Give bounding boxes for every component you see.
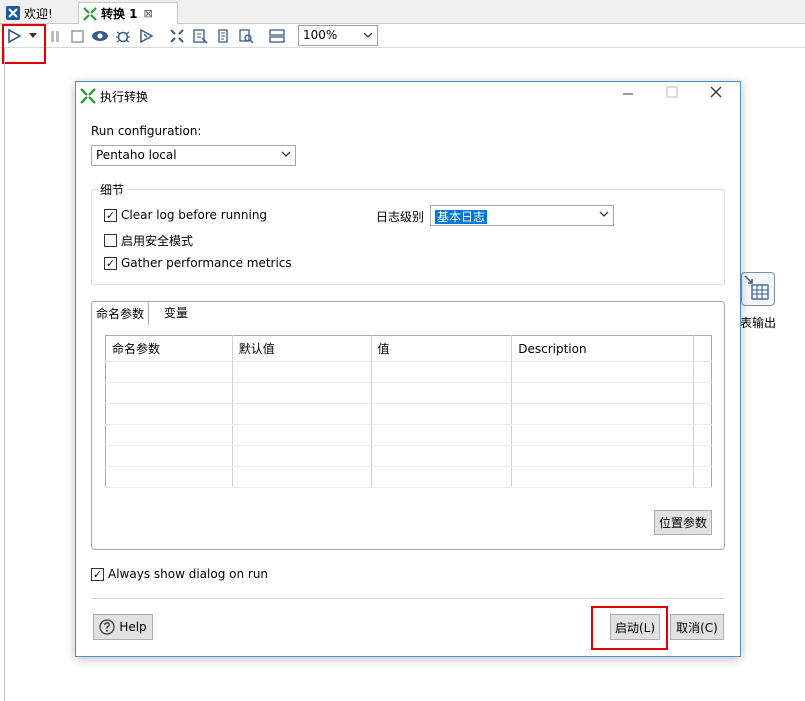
table-output-step-label: 表输出	[740, 316, 777, 330]
column-header[interactable]: Description	[511, 335, 694, 362]
table-row[interactable]	[105, 466, 712, 488]
table-output-step-icon[interactable]	[741, 272, 775, 306]
replay-icon[interactable]	[137, 27, 155, 45]
tab-variables[interactable]: 变量	[160, 301, 192, 324]
always-show-checkbox[interactable]: ✓ Always show dialog on run	[91, 567, 268, 581]
tab-transform-label: 转换 1	[101, 7, 138, 21]
zoom-select[interactable]: 100%	[298, 25, 378, 46]
tab-welcome[interactable]: 欢迎!	[2, 2, 76, 24]
start-highlight-box	[591, 606, 668, 650]
stop-icon[interactable]	[68, 27, 86, 45]
tab-named-parameters[interactable]: 命名参数	[91, 301, 150, 325]
debug-icon[interactable]	[114, 27, 132, 45]
verify-icon[interactable]	[168, 27, 186, 45]
column-header[interactable]: 值	[371, 335, 513, 362]
close-tab-icon[interactable]: ⊠	[144, 7, 153, 20]
sql-icon[interactable]	[214, 27, 232, 45]
column-header[interactable]: 默认值	[232, 335, 372, 362]
editor-tab-bar: 欢迎! 转换 1 ⊠	[0, 0, 805, 24]
gather-metrics-checkbox[interactable]: ✓ Gather performance metrics	[104, 256, 292, 270]
log-level-label: 日志级别	[376, 210, 425, 224]
help-label: Help	[119, 620, 147, 634]
table-row[interactable]	[105, 382, 712, 404]
show-results-icon[interactable]	[268, 27, 286, 45]
execute-transform-dialog: 执行转换 Run configuration: Pentaho local 细节…	[75, 81, 741, 657]
run-config-label: Run configuration:	[91, 124, 202, 138]
table-row[interactable]	[105, 445, 712, 467]
run-config-value: Pentaho local	[96, 148, 177, 162]
safe-mode-label: 启用安全模式	[121, 234, 194, 248]
toolbar	[0, 24, 805, 48]
table-row[interactable]	[105, 403, 712, 425]
chevron-down-icon	[281, 149, 291, 162]
log-level-select[interactable]: 基本日志	[430, 205, 614, 226]
safe-mode-checkbox[interactable]: 启用安全模式	[104, 232, 193, 249]
zoom-value: 100%	[303, 28, 338, 42]
dialog-divider	[91, 598, 725, 599]
run-highlight-box	[2, 24, 46, 64]
dialog-titlebar: 执行转换	[76, 82, 740, 108]
checkbox-check-icon: ✓	[104, 256, 117, 270]
position-params-button[interactable]: 位置参数	[654, 510, 712, 535]
help-icon	[99, 619, 115, 635]
spoon-icon	[6, 6, 20, 20]
tab-transform-1[interactable]: 转换 1 ⊠	[78, 2, 178, 24]
chevron-down-icon	[599, 209, 609, 222]
help-button[interactable]: Help	[93, 614, 153, 640]
dialog-title: 执行转换	[100, 90, 149, 104]
tab-welcome-label: 欢迎!	[24, 6, 53, 21]
explore-db-icon[interactable]	[237, 27, 255, 45]
table-row[interactable]	[105, 424, 712, 446]
column-header-spacer	[693, 335, 712, 362]
log-level-value: 基本日志	[435, 210, 488, 224]
always-show-label: Always show dialog on run	[108, 567, 269, 581]
clear-log-checkbox[interactable]: ✓ Clear log before running	[104, 208, 267, 222]
run-config-select[interactable]: Pentaho local	[91, 145, 296, 166]
clear-log-label: Clear log before running	[121, 208, 268, 222]
checkbox-empty-icon	[104, 234, 117, 247]
preview-icon[interactable]	[91, 27, 109, 45]
checkbox-check-icon: ✓	[104, 208, 117, 222]
close-icon[interactable]	[706, 86, 726, 104]
minimize-icon[interactable]	[618, 86, 638, 104]
table-header-row: 命名参数 默认值 值 Description	[105, 335, 712, 362]
transform-icon	[83, 6, 97, 21]
details-group-title: 细节	[98, 181, 127, 198]
checkbox-check-icon: ✓	[91, 567, 104, 581]
chevron-down-icon	[363, 29, 373, 43]
impact-icon[interactable]	[191, 27, 209, 45]
parameters-table: 命名参数 默认值 值 Description	[105, 335, 712, 488]
gather-metrics-label: Gather performance metrics	[121, 256, 292, 270]
cancel-button[interactable]: 取消(C)	[670, 614, 724, 640]
table-row[interactable]	[105, 361, 712, 383]
canvas-left-border	[4, 48, 5, 701]
transform-icon	[80, 88, 96, 104]
maximize-icon[interactable]	[662, 86, 682, 104]
pause-icon[interactable]	[46, 27, 64, 45]
column-header[interactable]: 命名参数	[105, 335, 233, 362]
